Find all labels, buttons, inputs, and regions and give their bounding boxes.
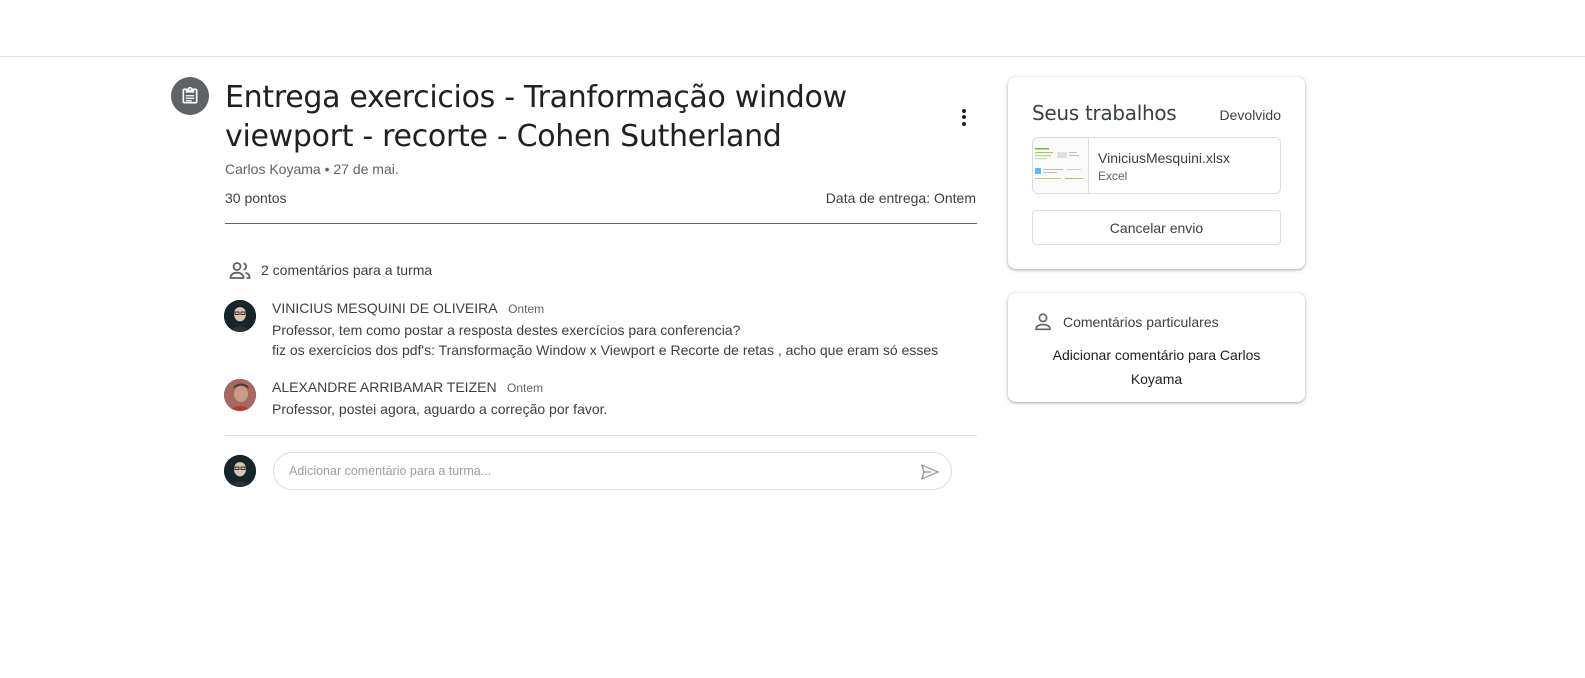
header-divider: [225, 223, 977, 224]
person-icon: [1035, 313, 1051, 331]
comment-time: Ontem: [508, 302, 545, 316]
class-comments-header[interactable]: 2 comentários para a turma: [228, 258, 432, 282]
your-work-title: Seus trabalhos: [1032, 101, 1177, 125]
spreadsheet-thumbnail: [1033, 138, 1089, 193]
attachment-file-name: ViniciusMesquini.xlsx: [1098, 150, 1231, 166]
comment-author: VINICIUS MESQUINI DE OLIVEIRA: [272, 300, 498, 316]
private-comments-title: Comentários particulares: [1063, 314, 1219, 330]
more-vert-icon: [962, 108, 966, 113]
avatar: [224, 379, 256, 411]
comments-divider: [225, 435, 977, 436]
attachment-file-type: Excel: [1098, 169, 1128, 183]
comment-author: ALEXANDRE ARRIBAMAR TEIZEN: [272, 379, 497, 395]
assignment-points: 30 pontos: [225, 190, 287, 206]
current-user-avatar: [224, 455, 256, 487]
assignment-meta: Carlos Koyama • 27 de mai.: [225, 161, 399, 177]
assignment-title: Entrega exercicios - Tranformação window…: [225, 80, 847, 154]
comment-text: Professor, postei agora, aguardo a corre…: [272, 401, 608, 417]
class-comments-count: 2 comentários para a turma: [261, 262, 433, 278]
private-comments-header: Comentários particulares: [1032, 311, 1219, 333]
assignment-icon: [171, 77, 209, 115]
send-icon: [921, 464, 939, 480]
comment-text: Professor, tem como postar a resposta de…: [272, 322, 939, 358]
top-bar: [0, 0, 1585, 57]
cancel-submission-button[interactable]: Cancelar envio: [1032, 210, 1281, 245]
send-comment-button[interactable]: [919, 461, 941, 483]
class-comment-box: [273, 452, 952, 490]
comment-time: Ontem: [507, 381, 544, 395]
class-comment-input[interactable]: [289, 464, 889, 478]
more-options-button[interactable]: [950, 103, 978, 131]
private-comments-card: Comentários particulares Adicionar comen…: [1008, 293, 1305, 402]
avatar: [224, 300, 256, 332]
attachment-file[interactable]: ViniciusMesquini.xlsx Excel: [1032, 137, 1281, 194]
people-icon: [229, 262, 251, 279]
add-private-comment-link[interactable]: Adicionar comentário para Carlos Koyama: [1032, 343, 1281, 391]
assignment-due-date: Data de entrega: Ontem: [825, 190, 976, 206]
work-status-badge: Devolvido: [1219, 107, 1281, 123]
your-work-card: Seus trabalhos Devolvido ViniciusMesquin…: [1008, 77, 1305, 269]
